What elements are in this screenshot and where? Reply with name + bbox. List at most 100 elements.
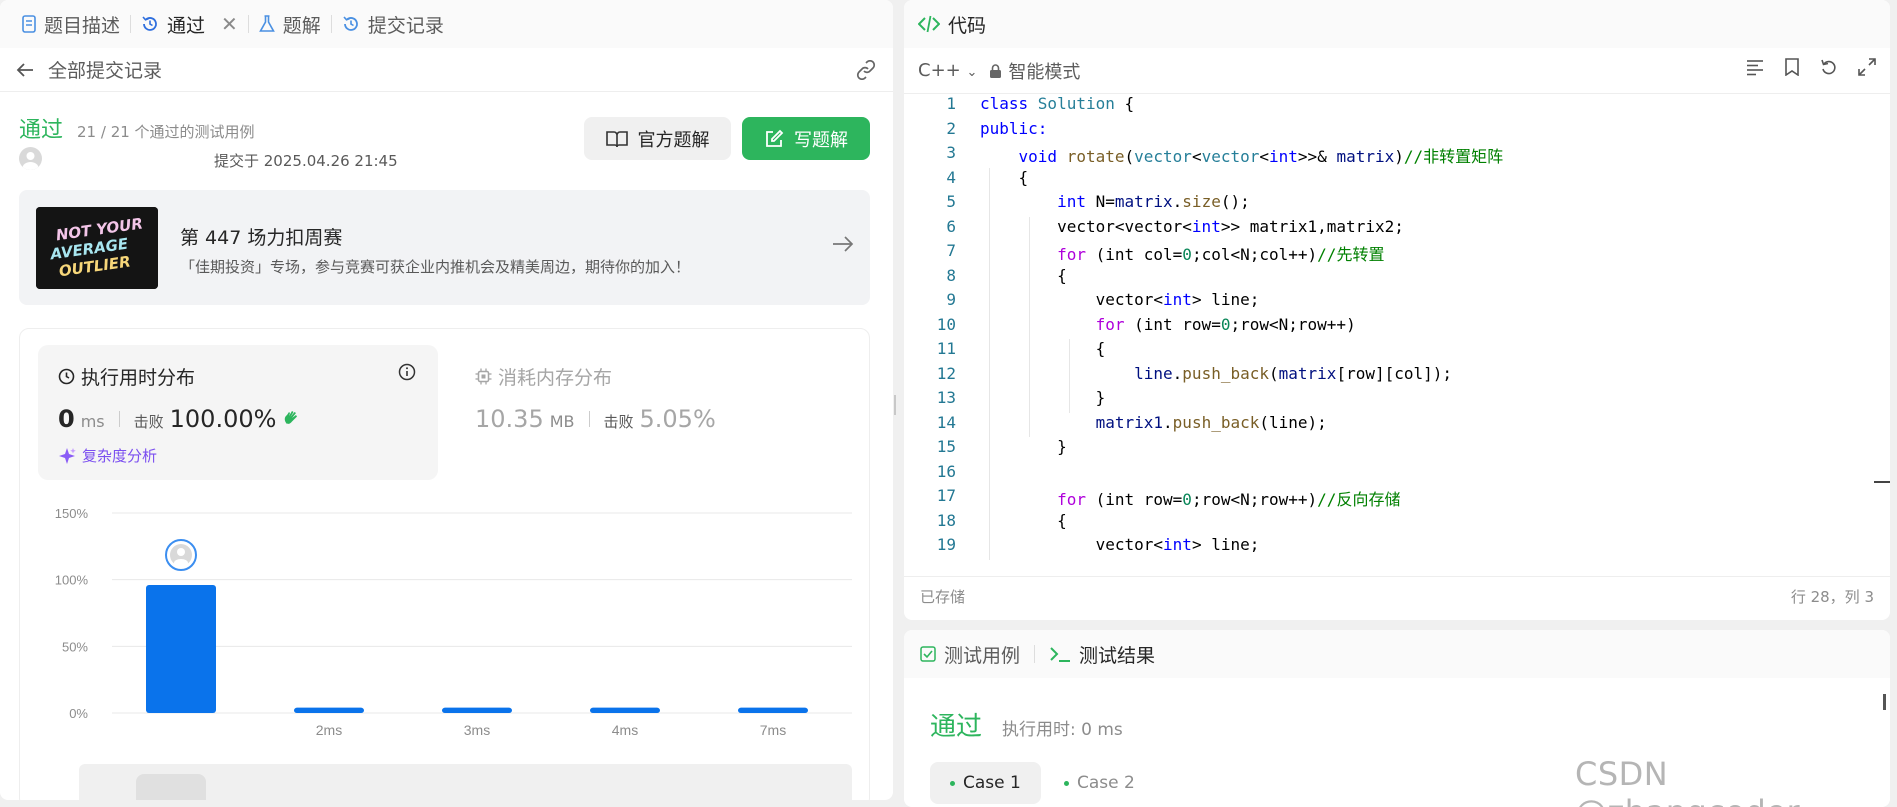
indent-guide: [1029, 216, 1030, 437]
user-icon: [22, 152, 39, 170]
format-icon[interactable]: [1746, 58, 1764, 76]
editor-scroll-marker: [1874, 481, 1890, 483]
tab-label: 题解: [282, 14, 321, 37]
code-line: 10 for (int row=0;row<N;row++): [904, 315, 1890, 340]
code-text: matrix1.push_back(line);: [1095, 412, 1327, 432]
case-1-tab[interactable]: Case 1: [930, 762, 1041, 804]
status-accepted: 通过: [19, 118, 64, 143]
avatar[interactable]: [19, 147, 42, 170]
divider: [118, 411, 120, 427]
tab-divider: [1034, 645, 1036, 663]
tab-solutions[interactable]: 题解: [249, 0, 331, 48]
saved-status: 已存储: [920, 588, 966, 606]
contest-image: NOT YOUR AVERAGE OUTLIER: [36, 207, 158, 289]
user-icon-body: [174, 559, 188, 567]
case-2-tab[interactable]: Case 2: [1044, 762, 1155, 804]
language-select[interactable]: C++ ⌄: [918, 60, 977, 81]
line-number: 15: [936, 437, 956, 456]
runtime-value: 0: [58, 405, 75, 433]
complexity-analysis-link[interactable]: 复杂度分析: [58, 445, 157, 466]
beat-label: 击败: [603, 413, 634, 431]
cases-passed: 21 / 21 个通过的测试用例: [77, 123, 255, 141]
code-editor[interactable]: 1 class Solution {2 public: 3 void rotate(v…: [904, 94, 1890, 564]
test-panel-scrollbar[interactable]: [1883, 694, 1886, 710]
chip-icon: [475, 368, 492, 385]
line-number: 3: [946, 143, 956, 162]
code-text: for (int col=0;col<N;col++)//先转置: [1057, 245, 1385, 264]
line-number: 16: [936, 461, 956, 481]
official-solution-button[interactable]: 官方题解: [584, 117, 731, 160]
memory-stat-title[interactable]: 消耗内存分布: [475, 363, 612, 390]
code-line: 14 matrix1.push_back(line);: [904, 413, 1890, 438]
runtime-title: 执行用时分布: [58, 363, 195, 390]
code-line: 12 line.push_back(matrix[row][col]);: [904, 364, 1890, 389]
code-footer: 已存储 行 28，列 3: [904, 576, 1890, 616]
code-line: 13 }: [904, 388, 1890, 413]
line-number: 17: [936, 486, 956, 505]
flask-icon: [258, 15, 275, 32]
x-tick-label: 7ms: [760, 722, 786, 738]
code-toolbar: C++ ⌄ 智能模式: [904, 48, 1890, 94]
tab-testcases[interactable]: 测试用例: [920, 641, 1020, 668]
code-text: }: [980, 388, 1106, 407]
line-number: 2: [946, 118, 956, 138]
mode-label[interactable]: 智能模式: [989, 58, 1080, 84]
bookmark-icon[interactable]: [1784, 58, 1800, 76]
tab-description[interactable]: 题目描述: [12, 0, 130, 48]
stats-card: 执行用时分布 0 ms 击败 100.00% 复杂度分析 消耗内存分布 10.3…: [19, 328, 870, 800]
reset-icon[interactable]: [1820, 58, 1838, 76]
code-line: 4 {: [904, 168, 1890, 193]
case-1-label: Case 1: [963, 773, 1021, 793]
code-text: {: [980, 265, 1067, 285]
tab-testresults[interactable]: 测试结果: [1049, 641, 1155, 668]
sparkle-icon: [59, 447, 76, 464]
official-solution-label: 官方题解: [637, 129, 710, 151]
tab-label: 提交记录: [367, 14, 444, 37]
x-tick-label: 4ms: [612, 722, 638, 738]
close-icon[interactable]: ✕: [221, 12, 238, 36]
contest-title: 第 447 场力扣周赛: [180, 227, 343, 249]
y-tick-label: 0%: [69, 706, 88, 721]
tab-submissions[interactable]: 提交记录: [332, 0, 454, 48]
test-panel-tabs: 测试用例 测试结果: [904, 630, 1890, 678]
complexity-label: 复杂度分析: [82, 447, 158, 465]
test-status: 通过: [930, 712, 983, 742]
result-summary: 通过 21 / 21 个通过的测试用例: [19, 112, 255, 144]
memory-percent: 5.05%: [639, 405, 716, 433]
code-line: 8 {: [904, 266, 1890, 291]
y-tick-label: 150%: [55, 506, 89, 521]
expand-icon[interactable]: [1858, 58, 1876, 76]
line-number: 8: [946, 265, 956, 285]
all-submissions-link[interactable]: 全部提交记录: [48, 56, 162, 83]
doc-icon: [22, 15, 36, 33]
runtime-stat-box[interactable]: 执行用时分布 0 ms 击败 100.00% 复杂度分析: [38, 345, 438, 480]
code-text: {: [980, 339, 1106, 358]
arrow-right-icon[interactable]: [832, 235, 854, 253]
tab-label: 通过: [167, 14, 206, 37]
x-tick-label: 3ms: [464, 722, 490, 738]
link-icon[interactable]: [855, 60, 877, 80]
tab-accepted[interactable]: 通过 ✕: [131, 0, 248, 48]
code-line: 3 void rotate(vector<vector<int>>& matri…: [904, 143, 1890, 168]
code-icon: [918, 15, 940, 33]
write-solution-button[interactable]: 写题解: [742, 117, 870, 160]
line-number: 4: [946, 167, 956, 187]
info-icon[interactable]: [398, 363, 416, 381]
code-text: class Solution {: [980, 94, 1135, 113]
history-icon: [343, 16, 358, 31]
tab-testresults-label: 测试结果: [1079, 644, 1156, 667]
code-line: 19 vector<int> line;: [904, 535, 1890, 560]
vertical-splitter[interactable]: [893, 395, 897, 415]
tab-label: 题目描述: [44, 14, 121, 37]
arrow-left-icon[interactable]: [16, 62, 34, 78]
runtime-metric: 0 ms 击败 100.00%: [58, 405, 302, 433]
code-preview-chip[interactable]: [136, 774, 206, 800]
code-text: void rotate(vector<vector<int>>& matrix)…: [1018, 147, 1504, 166]
write-solution-label: 写题解: [794, 129, 848, 151]
bar: [146, 585, 216, 713]
chevron-down-icon: ⌄: [966, 65, 978, 80]
runtime-unit: ms: [80, 412, 105, 431]
line-number: 5: [946, 192, 956, 211]
contest-description: 「佳期投资」专场，参与竞赛可获企业内推机会及精美周边，期待你的加入！: [180, 258, 691, 276]
contest-banner[interactable]: NOT YOUR AVERAGE OUTLIER 第 447 场力扣周赛 「佳期…: [19, 190, 870, 305]
